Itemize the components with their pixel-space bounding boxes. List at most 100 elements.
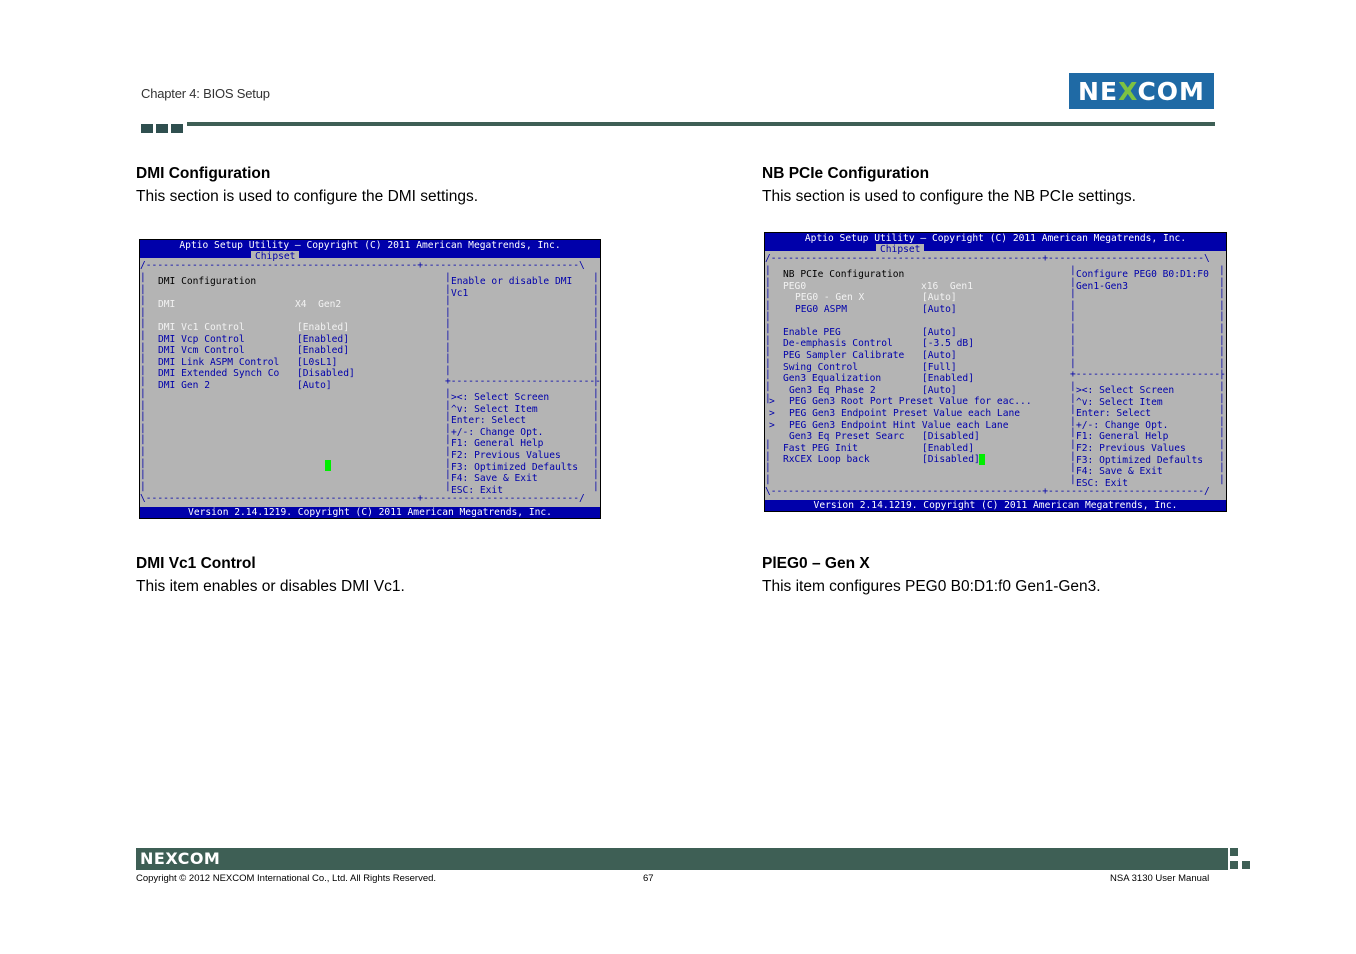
bios-frame-border: | (445, 457, 451, 469)
bios-option-label[interactable]: DMI Vcp Control (158, 334, 245, 346)
bios-frame-border: | (140, 376, 146, 388)
bios-option-value[interactable]: [Auto] (297, 380, 332, 392)
bios-option-label[interactable]: Gen3 Eq Phase 2 (789, 385, 876, 397)
bios-key-hint: ^v: Select Item (451, 403, 538, 415)
bios-frame-border: | (140, 330, 146, 341)
bios-frame-border: | (593, 399, 599, 411)
bios-key-hint: +/-: Change Opt. (451, 426, 544, 438)
bios-key-hint: ><: Select Screen (451, 392, 550, 403)
bios-frame-border: | (445, 399, 451, 411)
bios-frame-border: | (1219, 473, 1225, 485)
bios-option-value[interactable]: [Disabled] (922, 431, 980, 443)
bios-option-label[interactable]: Gen3 Eq Preset Searc (789, 431, 905, 443)
bios-frame-border: | (140, 364, 146, 376)
bios-frame-border: | (1219, 276, 1225, 288)
bios-option-value[interactable]: [Enabled] (922, 443, 974, 455)
bios-option-label[interactable]: PEG0 ASPM (795, 304, 847, 316)
bios-option-value[interactable]: [Auto] (922, 385, 957, 397)
bios-frame-border: | (1070, 427, 1076, 439)
bios-frame-border: | (765, 334, 771, 346)
bios-option-value[interactable]: [Enabled] (297, 345, 349, 357)
bios-option-value[interactable]: [L0sL1] (297, 357, 337, 369)
bios-key-hint: F3: Optimized Defaults (451, 461, 579, 473)
bios-frame-border: | (445, 330, 451, 341)
bios-option-value[interactable]: [Full] (922, 362, 957, 374)
bios-frame-border: | (593, 376, 599, 388)
bios-option-label[interactable]: Enable PEG (783, 327, 841, 339)
bios-frame-border: | (445, 411, 451, 423)
bios-frame-border: | (1070, 323, 1076, 334)
bios-submenu-link[interactable]: PEG Gen3 Endpoint Hint Value each Lane (789, 420, 1009, 432)
bios-frame-border: | (445, 469, 451, 481)
bios-frame-border: | (593, 330, 599, 341)
bios-key-hint: F2: Previous Values (451, 450, 561, 461)
bios-info-label: PEG0 (783, 281, 807, 292)
bios-option-label[interactable]: DMI Gen 2 (158, 380, 210, 392)
bios-frame-border: | (593, 306, 599, 318)
header-square (156, 124, 168, 133)
bios-frame-border: | (1070, 357, 1076, 369)
bios-frame-border: | (765, 392, 771, 404)
bios-option-value[interactable]: [Enabled] (922, 373, 974, 385)
bios-section-title: NB PCIe Configuration (783, 269, 905, 280)
bios-option-value[interactable]: [Enabled] (297, 334, 349, 346)
bios-frame-border: | (1070, 288, 1076, 300)
bios-option-label[interactable]: DMI Vc1 Control (158, 322, 245, 334)
bios-frame-border: | (593, 272, 599, 283)
bios-option-value[interactable]: [Enabled] (297, 322, 349, 334)
bios-option-label[interactable]: PEG Sampler Calibrate (783, 350, 904, 362)
bios-screenshot-dmi: Aptio Setup Utility – Copyright (C) 2011… (139, 239, 601, 519)
bios-frame-border: | (140, 388, 146, 399)
bios-option-value[interactable]: [Auto] (922, 327, 957, 339)
bios-key-hint: F3: Optimized Defaults (1076, 454, 1204, 466)
bios-help-text: Enable or disable DMI (451, 276, 573, 287)
bios-frame-top: /---------------------------------------… (765, 253, 1210, 264)
bios-key-hint: ><: Select Screen (1076, 385, 1175, 396)
bios-frame-border: | (445, 388, 451, 399)
bios-frame-border: | (1070, 381, 1076, 392)
bios-frame-border: | (140, 422, 146, 434)
bios-submenu-marker: > (769, 419, 775, 431)
bios-frame-border: | (1070, 299, 1076, 311)
bios-frame-border: | (445, 422, 451, 434)
bios-frame-border: | (765, 346, 771, 358)
bios-option-label[interactable]: Fast PEG Init (783, 443, 858, 455)
bios-version-bar: Version 2.14.1219. Copyright (C) 2011 Am… (765, 500, 1226, 511)
bios-frame-border: | (593, 341, 599, 353)
bios-key-hint: ^v: Select Item (1076, 396, 1163, 408)
bios-frame-border: | (1219, 462, 1225, 474)
bios-option-label[interactable]: DMI Vcm Control (158, 345, 245, 357)
bios-frame-border: | (593, 295, 599, 307)
bios-option-value[interactable]: [Auto] (922, 304, 957, 316)
bios-option-label[interactable]: DMI Extended Synch Co (158, 368, 279, 380)
bios-option-label[interactable]: Gen3 Equalization (783, 373, 881, 385)
item-text: This item configures PEG0 B0:D1:f0 Gen1-… (762, 578, 1101, 595)
bios-option-value[interactable]: [-3.5 dB] (922, 338, 974, 350)
bios-frame-border: | (593, 353, 599, 365)
bios-option-label[interactable]: DMI Link ASPM Control (158, 357, 279, 369)
bios-option-value[interactable]: [Auto] (922, 350, 957, 362)
bios-option-value[interactable]: [Auto] (922, 292, 957, 304)
bios-frame-border: | (1219, 392, 1225, 404)
bios-option-label[interactable]: PEG0 - Gen X (795, 292, 864, 304)
item-heading: DMI Vc1 Control (136, 555, 256, 572)
bios-option-value[interactable]: [Disabled] (922, 454, 980, 466)
bios-option-label[interactable]: De-emphasis Control (783, 338, 893, 350)
bios-frame-border: | (1070, 311, 1076, 323)
bios-submenu-link[interactable]: PEG Gen3 Root Port Preset Value for eac.… (789, 396, 1032, 408)
bios-frame-border: | (765, 276, 771, 288)
bios-option-label[interactable]: Swing Control (783, 362, 858, 374)
bios-option-value[interactable]: [Disabled] (297, 368, 355, 380)
bios-option-label[interactable]: RxCEX Loop back (783, 454, 870, 466)
bios-frame-border: | (445, 306, 451, 318)
bios-submenu-link[interactable]: PEG Gen3 Endpoint Preset Value each Lane (789, 408, 1020, 420)
bios-frame-border: | (445, 318, 451, 330)
bios-info-value: x16 Gen1 (921, 281, 973, 292)
bios-frame-border: | (1070, 265, 1076, 276)
bios-frame-border: | (140, 399, 146, 411)
bios-frame-border: | (140, 434, 146, 446)
bios-frame-border: | (1070, 462, 1076, 474)
bios-frame-border: | (593, 388, 599, 399)
bios-frame-border: | (1070, 392, 1076, 404)
footer-logo: NEXCOM (140, 849, 221, 868)
